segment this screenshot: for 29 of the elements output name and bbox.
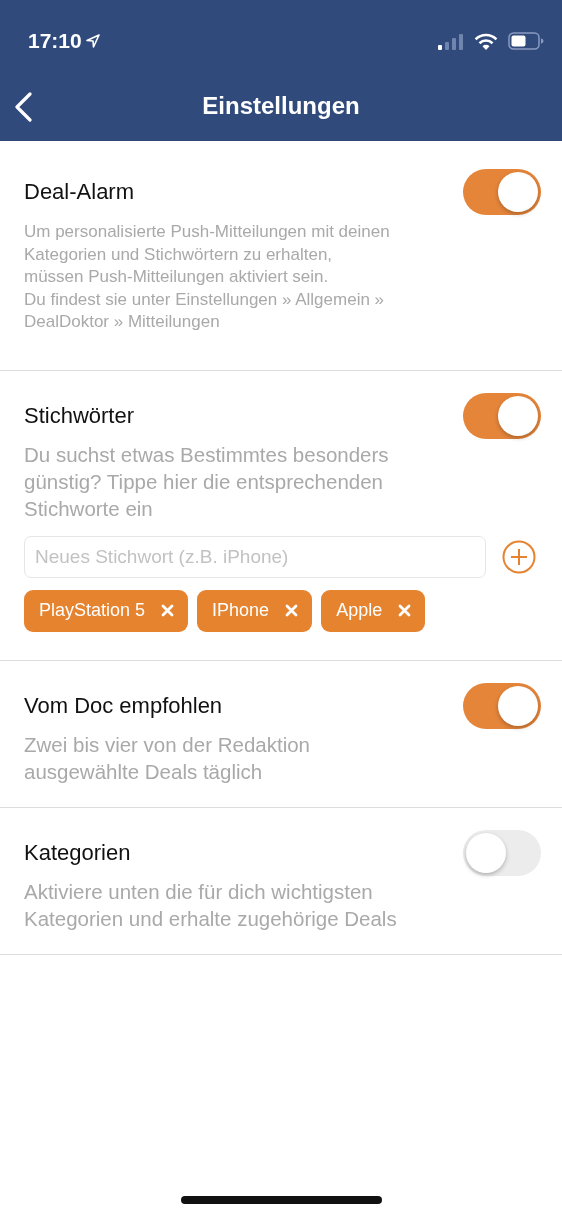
toggle-switch[interactable] xyxy=(463,682,541,729)
add-button[interactable] xyxy=(502,539,536,574)
keyword-input-field[interactable]: Neues Stichwort (z.B. iPhone) xyxy=(24,535,486,578)
section-description: Um personalisierte Push-Mitteilungen mit deinen Kategorien und Stichwörtern zu erhalten, müssen Push-Mitteilungen aktiviert sein. Du findest sie unter Einstellungen » Allgemein » DealDoktor » Mitteilungen xyxy=(24,221,391,333)
section-description: Zwei bis vier von der Redaktion ausgewählte Deals täglich xyxy=(24,731,311,785)
signal-icon xyxy=(438,32,464,50)
section-title: Stichwörter xyxy=(24,402,135,429)
location-arrow-icon xyxy=(85,34,100,48)
section-title: Vom Doc empfohlen xyxy=(24,692,223,719)
keyword-chip[interactable]: IPhone xyxy=(197,589,313,632)
remove-icon[interactable] xyxy=(285,604,299,617)
screen-title: Einstellungen xyxy=(202,91,360,120)
section-title: Deal-Alarm xyxy=(24,179,135,205)
keyword-chip[interactable]: Apple xyxy=(321,589,426,632)
wifi-icon xyxy=(474,32,498,50)
chip-label: PlayStation 5 xyxy=(39,600,146,621)
battery-icon xyxy=(508,32,544,50)
toggle-switch[interactable] xyxy=(463,392,541,439)
section-description: Du suchst etwas Bestimmtes besonders günstig? Tippe hier die entsprechenden Stichworte ein xyxy=(24,441,390,522)
remove-icon[interactable] xyxy=(161,604,175,617)
chip-label: Apple xyxy=(336,600,383,621)
section-title: Kategorien xyxy=(24,839,131,866)
remove-icon[interactable] xyxy=(398,604,412,617)
chip-label: IPhone xyxy=(212,600,270,621)
clock-time: 17:10 xyxy=(28,29,82,53)
keyword-chip[interactable]: PlayStation 5 xyxy=(24,589,189,632)
toggle-switch[interactable] xyxy=(463,169,541,215)
toggle-switch[interactable] xyxy=(463,829,541,876)
section-description: Aktiviere unten die für dich wichtigsten Kategorien und erhalte zugehörige Deals xyxy=(24,878,398,932)
